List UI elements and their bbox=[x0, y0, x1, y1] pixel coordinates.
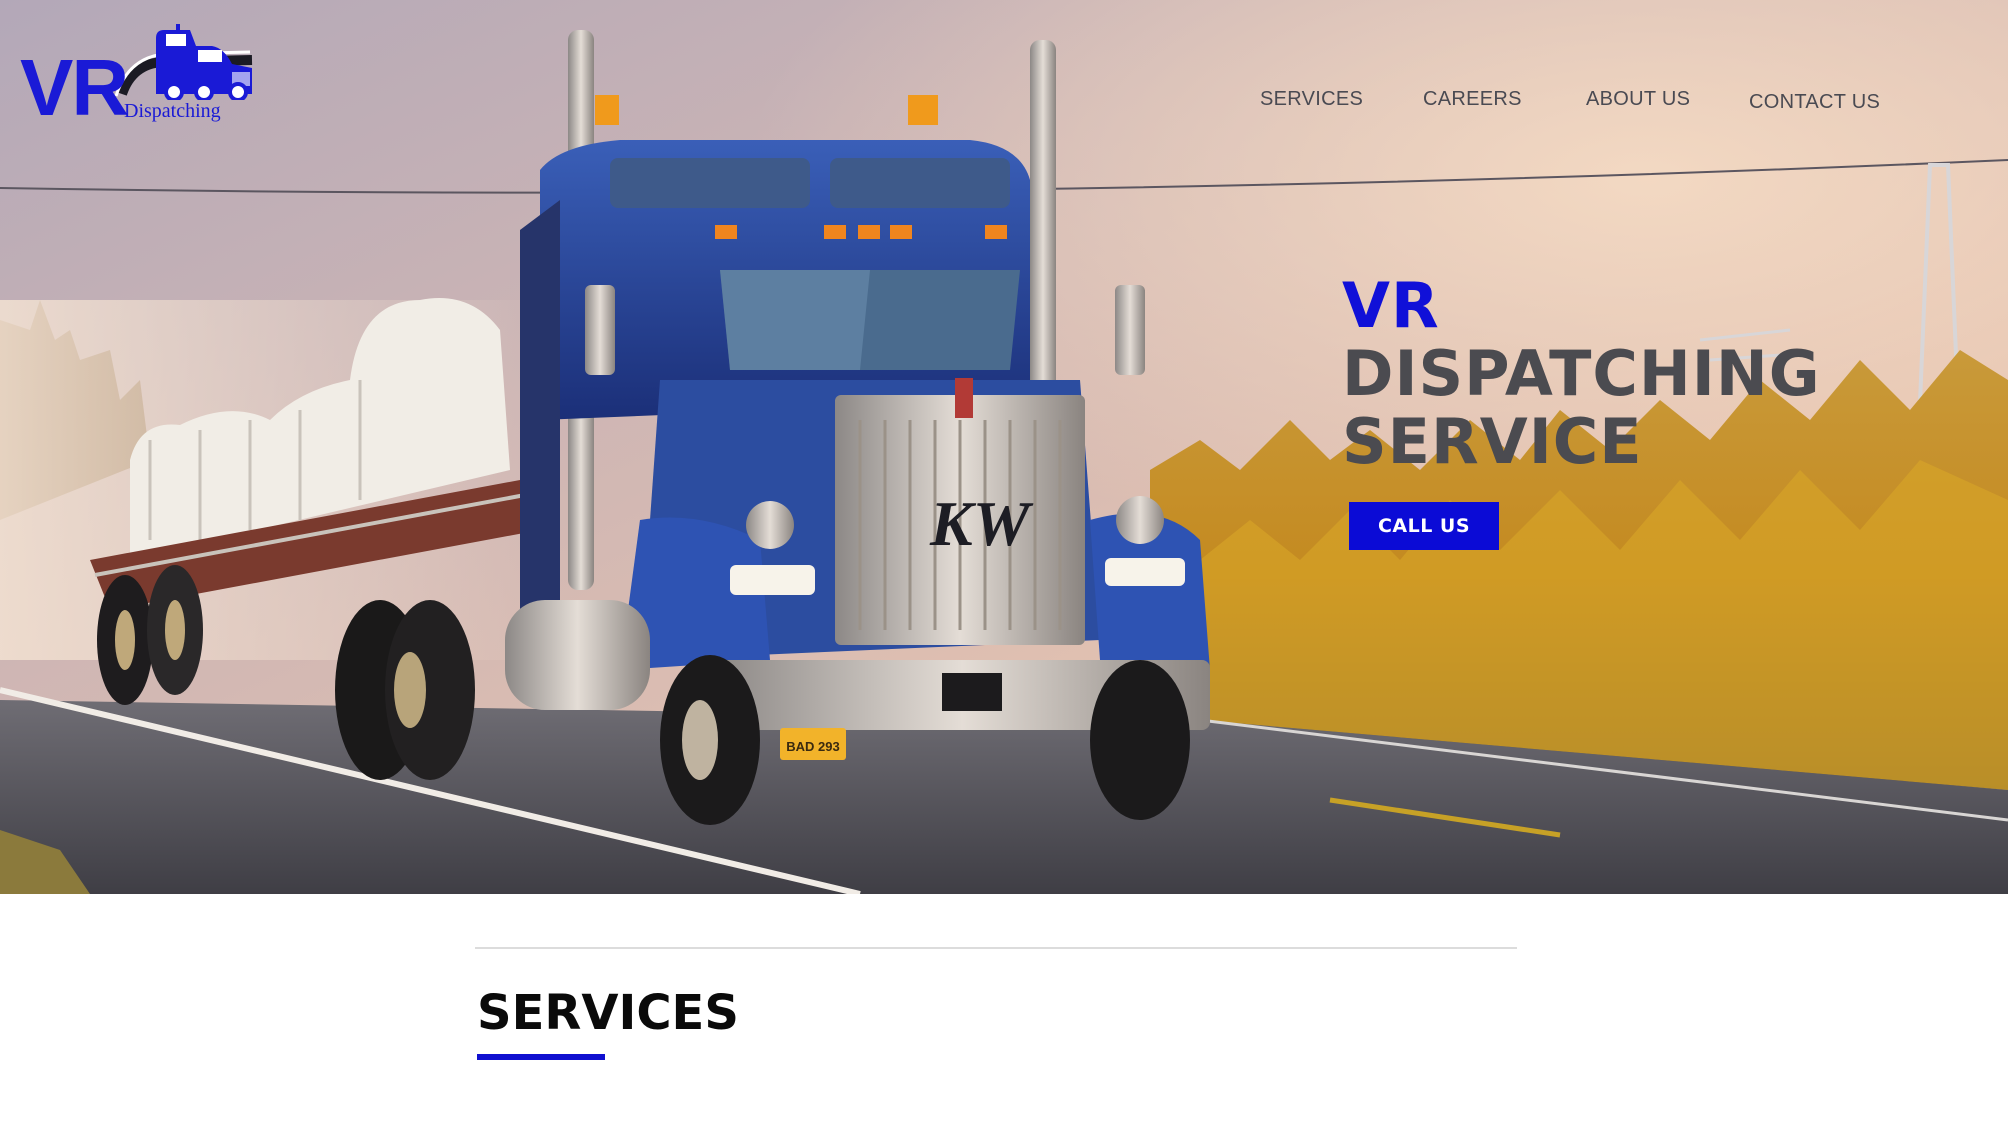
nav-contact-us[interactable]: CONTACT US bbox=[1749, 91, 1880, 114]
heading-underline bbox=[477, 1054, 605, 1060]
hero-title-line-2: DISPATCHING bbox=[1342, 337, 1821, 410]
main-nav: SERVICES CAREERS ABOUT US CONTACT US bbox=[0, 88, 2008, 118]
services-heading: SERVICES bbox=[477, 985, 739, 1041]
grille-badge: KW bbox=[929, 488, 1034, 559]
hero-section: KW BAD 293 VR Dispatching SERVICES CAREE… bbox=[0, 0, 2008, 894]
hero-title-line-1: VR bbox=[1342, 269, 1440, 342]
section-divider bbox=[475, 947, 1517, 949]
hero-title: VR DISPATCHING SERVICE bbox=[1342, 272, 1821, 476]
nav-services[interactable]: SERVICES bbox=[1260, 88, 1363, 111]
nav-careers[interactable]: CAREERS bbox=[1423, 88, 1522, 111]
license-plate-text: BAD 293 bbox=[786, 739, 839, 754]
nav-about-us[interactable]: ABOUT US bbox=[1586, 88, 1690, 111]
hero-title-line-3: SERVICE bbox=[1342, 405, 1643, 478]
call-us-button[interactable]: CALL US bbox=[1349, 502, 1499, 550]
